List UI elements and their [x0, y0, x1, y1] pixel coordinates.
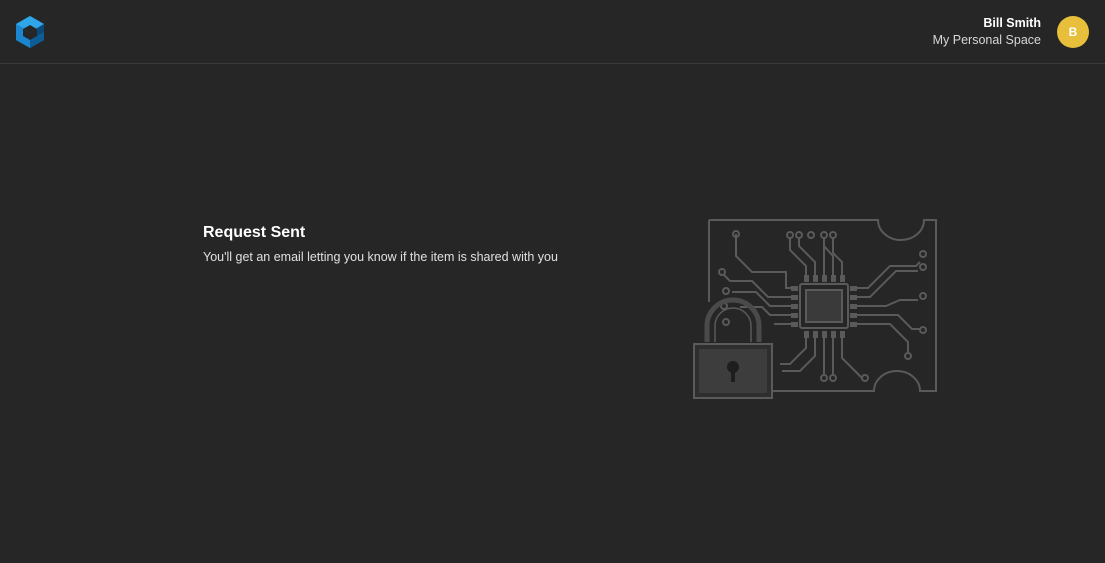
user-menu[interactable]: Bill Smith My Personal Space	[933, 16, 1041, 49]
page-title: Request Sent	[203, 224, 306, 241]
avatar[interactable]: B	[1057, 16, 1089, 48]
request-sent-message: Request Sent You'll get an email letting…	[203, 223, 558, 265]
user-name: Bill Smith	[983, 16, 1041, 30]
workspace-name: My Personal Space	[932, 33, 1041, 47]
message-text: You'll get an email letting you know if …	[203, 250, 558, 264]
avatar-initial: B	[1068, 25, 1078, 39]
circuit-lock-illustration	[690, 216, 940, 402]
top-bar: Bill Smith My Personal Space B	[0, 0, 1105, 64]
cube-logo-icon[interactable]	[14, 15, 46, 49]
